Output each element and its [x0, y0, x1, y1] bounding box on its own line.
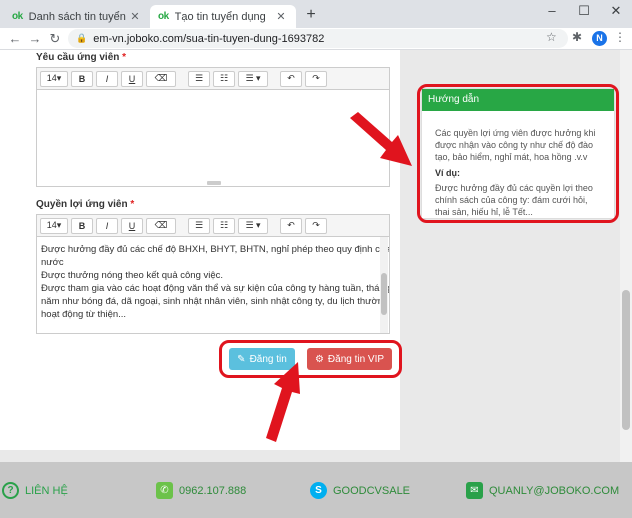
italic-button[interactable]: I: [96, 217, 118, 234]
window-close-icon[interactable]: ✕: [600, 0, 632, 22]
undo-icon[interactable]: ↶: [280, 70, 302, 87]
edit-icon: ✎: [237, 353, 246, 365]
question-icon: ?: [2, 482, 19, 499]
contact-email[interactable]: ✉ QUANLY@JOBOKO.COM: [466, 482, 619, 499]
tab-create-job[interactable]: ok Tạo tin tuyển dụng ✕: [150, 5, 296, 28]
skype-icon: S: [310, 482, 327, 499]
gear-icon: ⚙: [314, 353, 324, 365]
benefits-textarea[interactable]: Được hưởng đầy đủ các chế độ BHXH, BHYT,…: [37, 237, 389, 333]
underline-button[interactable]: U: [121, 217, 143, 234]
close-icon[interactable]: ✕: [128, 10, 142, 24]
benefits-line: Được hưởng đầy đủ các chế độ BHXH, BHYT,…: [41, 244, 389, 255]
profile-avatar[interactable]: N: [592, 31, 607, 46]
italic-button[interactable]: I: [96, 70, 118, 87]
eraser-icon[interactable]: ⌫: [146, 217, 176, 234]
undo-icon[interactable]: ↶: [280, 217, 302, 234]
guide-highlight-ring: [417, 84, 619, 223]
editor-scrollbar[interactable]: [380, 237, 388, 333]
more-menu-icon[interactable]: ⋮: [614, 30, 626, 44]
numbered-list-icon[interactable]: ☷: [213, 70, 235, 87]
resize-grip[interactable]: [207, 181, 221, 185]
editor-toolbar: 14▾ B I U ⌫ ☰ ☷ ☰ ▾ ↶ ↷: [37, 215, 389, 237]
bookmark-star-icon[interactable]: ☆: [546, 30, 557, 44]
post-vip-button[interactable]: ⚙ Đăng tin VIP: [307, 348, 392, 370]
tab-title: Danh sách tin tuyển dụng: [28, 10, 128, 23]
bullet-list-icon[interactable]: ☰: [188, 217, 210, 234]
editor-toolbar: 14▾ B I U ⌫ ☰ ☷ ☰ ▾ ↶ ↷: [37, 68, 389, 90]
post-job-button[interactable]: ✎ Đăng tin: [229, 348, 295, 370]
footer: ? LIÊN HỆ ✆ 0962.107.888 S GOODCVSALE ✉ …: [0, 462, 632, 518]
align-icon[interactable]: ☰ ▾: [238, 70, 268, 87]
page-scrollbar[interactable]: [620, 50, 632, 462]
close-icon[interactable]: ✕: [274, 10, 288, 24]
extensions-puzzle-icon[interactable]: ✱: [572, 30, 582, 44]
font-size-select[interactable]: 14▾: [40, 217, 68, 234]
joboko-favicon-icon: ok: [12, 11, 23, 22]
bullet-list-icon[interactable]: ☰: [188, 70, 210, 87]
align-icon[interactable]: ☰ ▾: [238, 217, 268, 234]
requirements-editor[interactable]: 14▾ B I U ⌫ ☰ ☷ ☰ ▾ ↶ ↷: [36, 67, 390, 187]
underline-button[interactable]: U: [121, 70, 143, 87]
new-tab-plus-icon[interactable]: +: [302, 6, 320, 24]
redo-icon[interactable]: ↷: [305, 217, 327, 234]
forward-arrow-icon[interactable]: →: [26, 30, 44, 48]
joboko-favicon-icon: ok: [158, 11, 169, 22]
numbered-list-icon[interactable]: ☷: [213, 217, 235, 234]
requirements-label: Yêu cầu ứng viên *: [36, 52, 127, 63]
benefits-line: Được thưởng nóng theo kết quả công việc.: [41, 270, 224, 281]
address-bar[interactable]: 🔒 em-vn.joboko.com/sua-tin-tuyen-dung-16…: [68, 29, 568, 48]
bold-button[interactable]: B: [71, 217, 93, 234]
url-text: em-vn.joboko.com/sua-tin-tuyen-dung-1693…: [93, 32, 325, 45]
redo-icon[interactable]: ↷: [305, 70, 327, 87]
font-size-select[interactable]: 14▾: [40, 70, 68, 87]
contact-phone[interactable]: ✆ 0962.107.888: [156, 482, 246, 499]
reload-icon[interactable]: ↻: [46, 30, 64, 48]
benefits-label: Quyền lợi ứng viên *: [36, 199, 135, 210]
mail-icon: ✉: [466, 482, 483, 499]
minimize-icon[interactable]: –: [536, 0, 568, 22]
browser-toolbar: ← → ↻ 🔒 em-vn.joboko.com/sua-tin-tuyen-d…: [0, 28, 632, 50]
lock-icon: 🔒: [76, 33, 88, 43]
back-arrow-icon[interactable]: ←: [6, 30, 24, 48]
benefits-editor[interactable]: 14▾ B I U ⌫ ☰ ☷ ☰ ▾ ↶ ↷ Được hưởng đầy đ…: [36, 214, 390, 334]
contact-skype[interactable]: S GOODCVSALE: [310, 482, 410, 499]
benefits-line: hoạt động từ thiện...: [41, 309, 127, 320]
maximize-icon[interactable]: ☐: [568, 0, 600, 22]
benefits-line: nước: [41, 257, 64, 268]
tab-job-list[interactable]: ok Danh sách tin tuyển dụng ✕: [4, 5, 150, 28]
contact-help[interactable]: ? LIÊN HỆ: [2, 482, 68, 499]
eraser-icon[interactable]: ⌫: [146, 70, 176, 87]
requirements-textarea[interactable]: [37, 90, 389, 186]
tab-strip: ok Danh sách tin tuyển dụng ✕ ok Tạo tin…: [0, 0, 632, 28]
phone-icon: ✆: [156, 482, 173, 499]
benefits-line: Được tham gia vào các hoạt động văn thể …: [41, 283, 389, 294]
benefits-line: năm như bóng đá, dã ngoại, sinh nhật nhâ…: [41, 296, 389, 307]
tab-title: Tạo tin tuyển dụng: [174, 10, 266, 23]
bold-button[interactable]: B: [71, 70, 93, 87]
